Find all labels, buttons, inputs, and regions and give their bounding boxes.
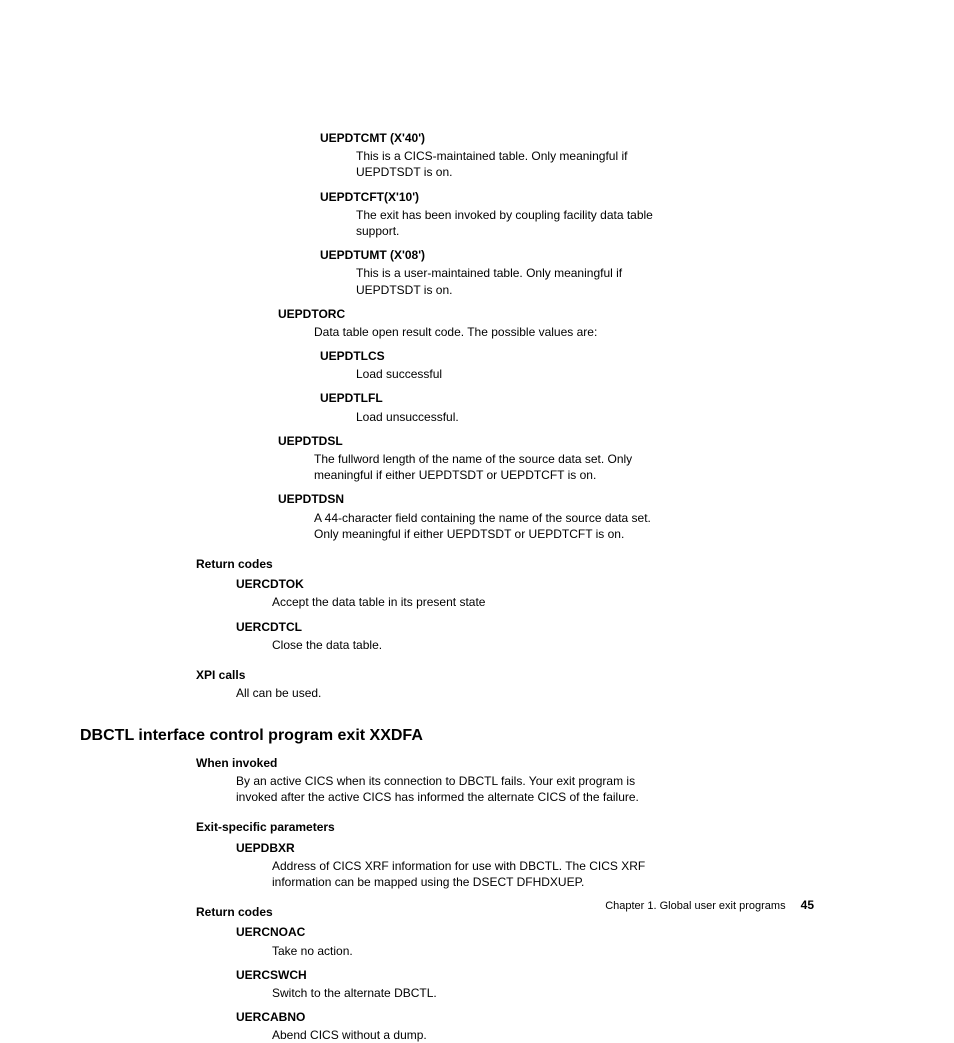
footer-chapter: Chapter 1. Global user exit programs	[605, 900, 785, 912]
return-code-desc: Switch to the alternate DBCTL.	[272, 985, 756, 1001]
return-code-label: UERCDTOK	[236, 576, 756, 592]
param-desc: Data table open result code. The possibl…	[314, 324, 674, 340]
xpi-calls-label: XPI calls	[196, 667, 756, 683]
section-heading: DBCTL interface control program exit XXD…	[80, 725, 814, 747]
param-sub-label: UEPDTLCS	[320, 348, 756, 364]
return-code-desc: Accept the data table in its present sta…	[272, 594, 756, 610]
page-footer: Chapter 1. Global user exit programs 45	[214, 897, 814, 914]
return-code-desc: Take no action.	[272, 943, 756, 959]
when-invoked-desc: By an active CICS when its connection to…	[236, 773, 676, 805]
param-sub-desc: Load successful	[356, 366, 756, 382]
return-code-label: UERCDTCL	[236, 619, 756, 635]
return-code-desc: Close the data table.	[272, 637, 756, 653]
param-label: UEPDTCFT(X'10')	[320, 189, 756, 205]
return-code-label: UERCNOAC	[236, 924, 756, 940]
param-sub-label: UEPDTLFL	[320, 390, 756, 406]
param-label: UEPDTDSN	[278, 491, 756, 507]
param-label: UEPDTUMT (X'08')	[320, 247, 756, 263]
when-invoked-label: When invoked	[196, 755, 756, 771]
param-sub-desc: Load unsuccessful.	[356, 409, 756, 425]
param-label: UEPDTORC	[278, 306, 756, 322]
return-code-label: UERCSWCH	[236, 967, 756, 983]
xpi-calls-desc: All can be used.	[236, 685, 756, 701]
param-desc: A 44-character field containing the name…	[314, 510, 654, 542]
return-code-desc: Abend CICS without a dump.	[272, 1027, 756, 1043]
param-desc: This is a user-maintained table. Only me…	[356, 265, 676, 297]
param-desc: The exit has been invoked by coupling fa…	[356, 207, 676, 239]
return-codes-label: Return codes	[196, 556, 756, 572]
param-label: UEPDBXR	[236, 840, 756, 856]
footer-page-number: 45	[801, 898, 814, 912]
param-desc: This is a CICS-maintained table. Only me…	[356, 148, 676, 180]
param-label: UEPDTDSL	[278, 433, 756, 449]
param-desc: Address of CICS XRF information for use …	[272, 858, 652, 890]
param-label: UEPDTCMT (X'40')	[320, 130, 756, 146]
exit-params-label: Exit-specific parameters	[196, 819, 756, 835]
param-desc: The fullword length of the name of the s…	[314, 451, 654, 483]
return-code-label: UERCABNO	[236, 1009, 756, 1025]
